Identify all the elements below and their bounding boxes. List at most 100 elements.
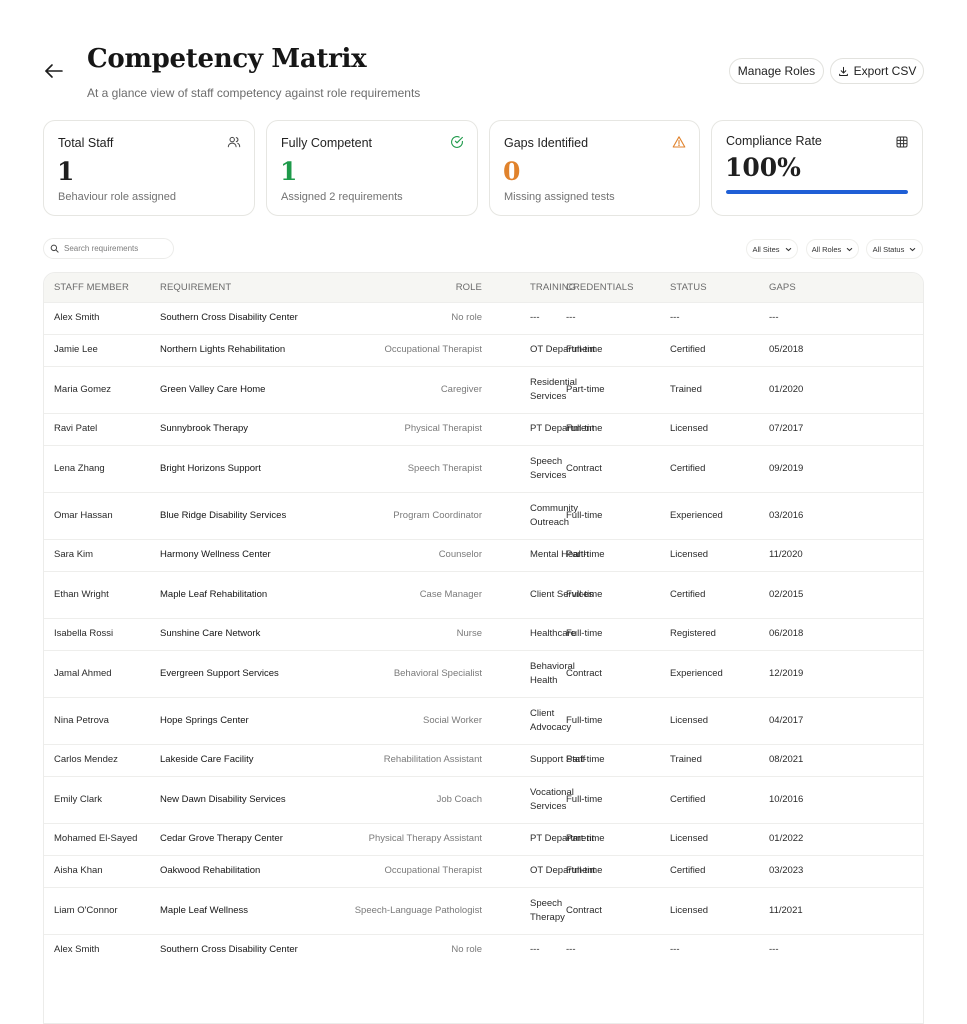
filter-label: All Status xyxy=(872,244,905,254)
cell-staff-member: Nina Petrova xyxy=(54,714,109,726)
card-subtext: Behaviour role assigned xyxy=(58,191,177,203)
search-input[interactable] xyxy=(64,244,164,253)
cell-gaps: 09/2019 xyxy=(769,462,804,474)
grid-icon xyxy=(895,135,909,149)
table-row[interactable]: Sara Kim Harmony Wellness Center Counselor… xyxy=(44,539,923,571)
cell-training: --- xyxy=(482,934,566,966)
stat-card-fully-competent: Fully Competent 1 Assigned 2 requirement… xyxy=(266,120,478,216)
column-header-staff[interactable]: STAFF MEMBER xyxy=(44,273,160,302)
column-header-gaps[interactable]: GAPS xyxy=(769,273,923,302)
cell-gaps: 03/2023 xyxy=(769,865,804,876)
search-icon xyxy=(50,244,59,253)
card-value: 0 xyxy=(503,157,521,186)
cell-requirement: Green Valley Care Home xyxy=(160,383,266,395)
search-box[interactable] xyxy=(43,238,174,259)
table-row[interactable]: Emily Clark New Dawn Disability Services J… xyxy=(44,776,923,823)
cell-status: Licensed xyxy=(670,549,709,560)
users-icon xyxy=(227,135,241,149)
cell-gaps: 01/2022 xyxy=(769,833,804,844)
cell-training: Community Outreach xyxy=(482,492,578,539)
cell-status: Licensed xyxy=(670,714,709,726)
cell-status: Experienced xyxy=(670,667,723,679)
back-arrow-icon[interactable] xyxy=(42,59,66,83)
cell-role: Physical Therapist xyxy=(404,423,482,434)
cell-staff-member: Emily Clark xyxy=(54,793,103,805)
cell-credentials: Contract xyxy=(566,462,602,474)
download-icon xyxy=(838,66,849,77)
card-subtext: Assigned 2 requirements xyxy=(281,191,403,203)
column-header-requirement[interactable]: REQUIREMENT xyxy=(160,273,332,302)
table-row[interactable]: Isabella Rossi Sunshine Care Network Nurse… xyxy=(44,618,923,650)
cell-training: Vocational Services xyxy=(482,776,574,823)
cell-status: Licensed xyxy=(670,423,709,434)
card-title: Gaps Identified xyxy=(504,136,589,150)
cell-status: Licensed xyxy=(670,904,709,916)
cell-training: Support Staff xyxy=(482,744,585,776)
cell-role: Caregiver xyxy=(440,383,482,395)
manage-roles-button[interactable]: Manage Roles xyxy=(729,58,824,84)
cell-training: PT Department xyxy=(482,413,594,445)
cell-gaps: 07/2017 xyxy=(769,423,804,434)
table-row[interactable]: Alex Smith Southern Cross Disability Cent… xyxy=(44,302,923,334)
cell-gaps: 08/2021 xyxy=(769,754,804,765)
filter-label: All Roles xyxy=(811,244,842,254)
filter-roles-dropdown[interactable]: All Roles xyxy=(806,239,859,259)
cell-gaps: --- xyxy=(769,944,779,956)
warning-icon xyxy=(672,135,686,149)
table-row[interactable]: Omar Hassan Blue Ridge Disability Service… xyxy=(44,492,923,539)
cell-requirement: New Dawn Disability Services xyxy=(160,793,286,805)
cell-role: Social Worker xyxy=(423,714,482,726)
cell-staff-member: Aisha Khan xyxy=(54,865,103,876)
table-row[interactable]: Nina Petrova Hope Springs Center Social Wo… xyxy=(44,697,923,744)
cell-credentials: Part-time xyxy=(566,833,605,844)
table-row[interactable]: Carlos Mendez Lakeside Care Facility Rehab… xyxy=(44,744,923,776)
table-row[interactable]: Mohamed El-Sayed Cedar Grove Therapy Cent… xyxy=(44,823,923,855)
chevron-down-icon xyxy=(909,246,916,253)
stat-card-total-staff: Total Staff 1 Behaviour role assigned xyxy=(43,120,255,216)
table-row[interactable]: Alex Smith Southern Cross Disability Cent… xyxy=(44,934,923,966)
filter-status-dropdown[interactable]: All Status xyxy=(866,239,923,259)
table-row[interactable]: Ethan Wright Maple Leaf Rehabilitation Cas… xyxy=(44,571,923,618)
cell-requirement: Sunshine Care Network xyxy=(160,628,261,639)
cell-training: Client Services xyxy=(482,571,593,618)
table-row[interactable]: Lena Zhang Bright Horizons Support Speech … xyxy=(44,445,923,492)
table-row[interactable]: Ravi Patel Sunnybrook Therapy Physical The… xyxy=(44,413,923,445)
cell-role: Speech Therapist xyxy=(407,462,482,474)
table-row[interactable]: Maria Gomez Green Valley Care Home Caregiv… xyxy=(44,366,923,413)
column-header-credentials[interactable]: CREDENTIALS xyxy=(566,273,670,302)
cell-training: PT Department xyxy=(482,823,594,855)
cell-role: Occupational Therapist xyxy=(384,344,482,355)
cell-role: Physical Therapy Assistant xyxy=(368,833,482,844)
cell-staff-member: Maria Gomez xyxy=(54,383,112,395)
card-value: 1 xyxy=(280,157,298,186)
chevron-down-icon xyxy=(785,246,792,253)
table-row[interactable]: Jamie Lee Northern Lights Rehabilitation O… xyxy=(44,334,923,366)
manage-roles-label: Manage Roles xyxy=(737,64,816,78)
cell-credentials: Full-time xyxy=(566,588,603,600)
cell-gaps: 03/2016 xyxy=(769,509,804,521)
cell-gaps: 05/2018 xyxy=(769,344,804,355)
card-value: 100% xyxy=(725,153,801,182)
cell-status: --- xyxy=(670,312,680,323)
cell-credentials: Full-time xyxy=(566,714,603,726)
export-csv-button[interactable]: Export CSV xyxy=(830,58,924,84)
card-subtext: Missing assigned tests xyxy=(504,191,615,203)
cell-requirement: Lakeside Care Facility xyxy=(160,754,254,765)
cell-requirement: Maple Leaf Wellness xyxy=(160,904,249,916)
cell-status: Certified xyxy=(670,793,706,805)
column-header-role[interactable]: ROLE xyxy=(332,273,482,302)
table-row[interactable]: Jamal Ahmed Evergreen Support Services Beh… xyxy=(44,650,923,697)
cell-staff-member: Jamie Lee xyxy=(54,344,98,355)
cell-gaps: 12/2019 xyxy=(769,667,804,679)
cell-requirement: Northern Lights Rehabilitation xyxy=(160,344,286,355)
page-title: Competency Matrix xyxy=(87,44,367,74)
cell-credentials: --- xyxy=(566,944,576,956)
cell-credentials: Full-time xyxy=(566,628,603,639)
table-row[interactable]: Liam O'Connor Maple Leaf Wellness Speech-L… xyxy=(44,887,923,934)
table-row[interactable]: Aisha Khan Oakwood Rehabilitation Occupati… xyxy=(44,855,923,887)
filter-sites-dropdown[interactable]: All Sites xyxy=(746,239,798,259)
column-header-training[interactable]: TRAINING xyxy=(482,273,576,302)
cell-credentials: Part-time xyxy=(566,549,605,560)
cell-role: Nurse xyxy=(456,628,482,639)
column-header-status[interactable]: STATUS xyxy=(670,273,769,302)
